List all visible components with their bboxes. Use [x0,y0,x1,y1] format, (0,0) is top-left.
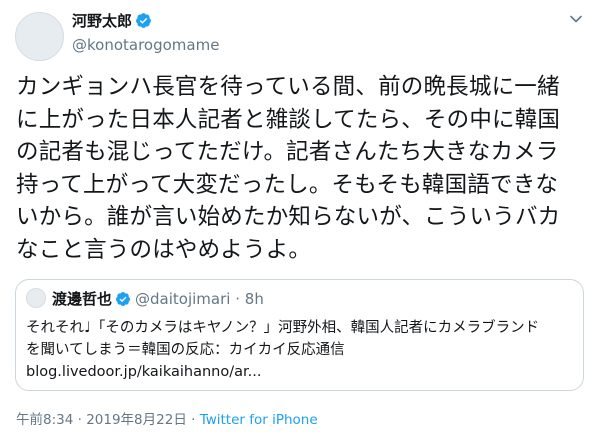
author-avatar[interactable] [15,12,64,61]
author-name[interactable]: 河野太郎 [72,12,132,30]
tweet-meta: 午前8:34 · 2019年8月22日 · Twitter for iPhone [16,410,318,430]
quoted-author-name: 渡邊哲也 [52,290,113,308]
quoted-tweet-text: それそれ♩「そのカメラはキヤノン？」河野外相、韓国人記者にカメラブランド を聞い… [26,320,540,380]
quoted-tweet-header: 渡邊哲也 @daitojimari · 8h [52,289,264,309]
chevron-down-icon[interactable] [569,12,583,26]
quoted-author-avatar [26,288,46,308]
separator-dot: · [186,412,200,428]
verified-badge-icon [136,13,151,28]
quoted-tweet-time: 8h [244,290,264,308]
separator-dot: · [235,290,240,308]
tweet-timestamp[interactable]: 午前8:34 · 2019年8月22日 [16,412,187,428]
verified-badge-icon [116,292,131,306]
author-handle[interactable]: @konotarogomame [72,35,219,55]
author-name-row[interactable]: 河野太郎 [72,11,152,31]
tweet-source-link[interactable]: Twitter for iPhone [200,412,318,428]
tweet-text: カンギョンハ長官を待っている間、前の晩長城に一緒 に上がった日本人記者と雑談して… [16,74,561,263]
quoted-tweet-card[interactable]: 渡邊哲也 @daitojimari · 8h それそれ♩「そのカメラはキヤノン？… [15,279,584,391]
quoted-author-handle: @daitojimari [135,290,231,308]
